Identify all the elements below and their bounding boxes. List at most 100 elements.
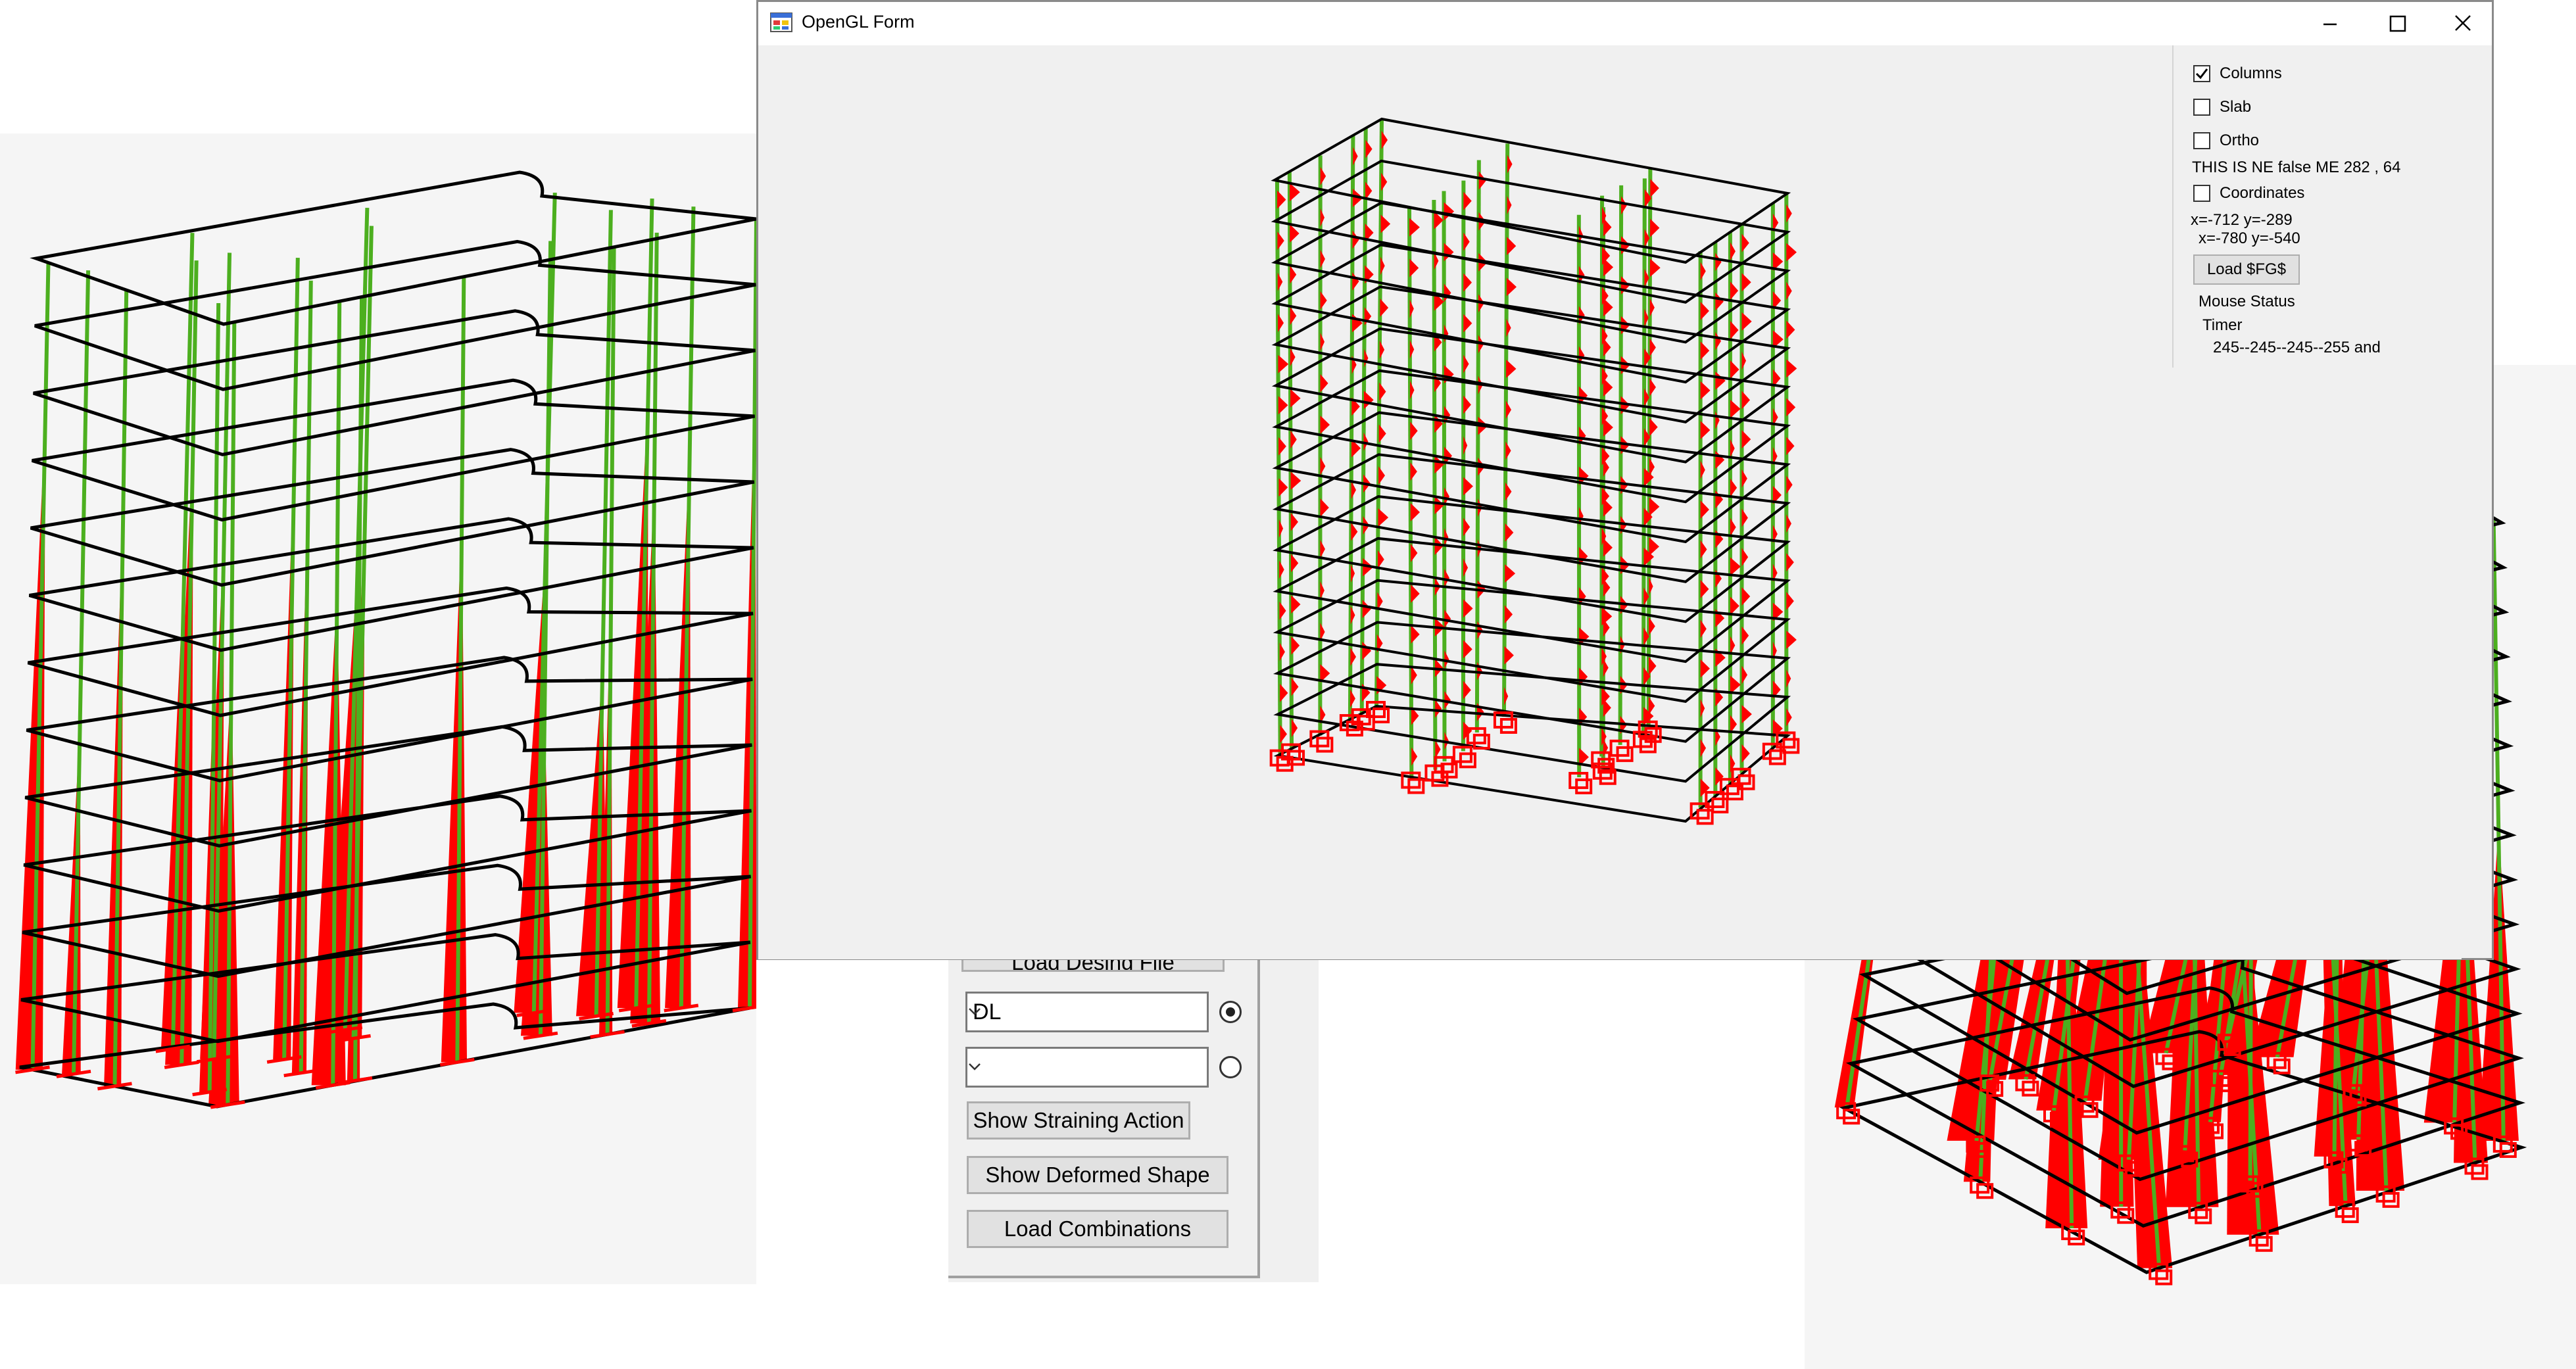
moment-diagram: [1741, 351, 1746, 370]
moment-diagram: [1378, 466, 1385, 485]
columns-label: Columns: [2220, 64, 2282, 82]
moment-diagram: [1601, 607, 1613, 626]
moment-diagram: [1730, 242, 1736, 261]
moment-diagram: [1361, 683, 1371, 702]
moment-diagram: [1603, 658, 1609, 677]
column: [1618, 185, 1624, 745]
moment-diagram: [1715, 450, 1725, 469]
moment-diagram: [1603, 378, 1613, 397]
window-title: OpenGL Form: [802, 12, 915, 32]
moment-diagram: [1741, 548, 1749, 567]
moment-diagram: [1278, 354, 1289, 373]
moment-diagram: [1786, 281, 1792, 300]
moment-diagram: [1507, 195, 1512, 214]
moment-diagram: [1290, 389, 1301, 408]
moment-diagram: [1715, 252, 1722, 272]
moment-diagram: [1649, 617, 1655, 636]
moment-diagram: [1291, 719, 1298, 738]
moment-diagram: [1378, 508, 1389, 527]
timer-label: Timer: [2202, 316, 2243, 334]
show-straining-action-label: Show Straining Action: [973, 1108, 1184, 1132]
moment-diagram: [1410, 381, 1415, 400]
moment-diagram: [1353, 147, 1358, 166]
moment-diagram: [1350, 606, 1355, 625]
load-combinations-button[interactable]: Load Combinations: [967, 1210, 1228, 1248]
left-building-model: [15, 170, 756, 1109]
title-bar[interactable]: OpenGL Form: [758, 2, 2492, 45]
moment-diagram: [1649, 338, 1656, 357]
moment-diagram: [1741, 391, 1750, 410]
moment-diagram: [1351, 481, 1356, 500]
color-readout: 245--245--245--255 and: [2213, 339, 2381, 356]
moment-diagram: [1411, 584, 1420, 603]
moment-diagram: [1320, 539, 1325, 558]
moment-diagram: [1741, 665, 1748, 684]
moment-diagram: [1507, 237, 1517, 256]
left-3d-render[interactable]: [0, 133, 756, 1284]
close-button[interactable]: [2431, 2, 2494, 45]
moment-diagram: [1409, 258, 1419, 277]
moment-diagram: [1363, 391, 1374, 410]
load-case-radio[interactable]: [1219, 1001, 1242, 1023]
moment-diagram: [1350, 689, 1355, 708]
moment-diagram: [1463, 640, 1472, 659]
minimize-icon: [2323, 23, 2337, 26]
load-fgs-button[interactable]: Load $FG$: [2193, 254, 2300, 285]
combination-combo[interactable]: [965, 1047, 1209, 1088]
moment-diagram: [1603, 218, 1612, 237]
moment-diagram: [1279, 601, 1286, 620]
options-panel: Columns Slab Ortho THIS IS NE false ME 2…: [2172, 45, 2492, 368]
moment-diagram: [1730, 675, 1741, 694]
moment-diagram: [1280, 683, 1288, 702]
moment-diagram: [1278, 478, 1288, 497]
show-deformed-shape-button[interactable]: Show Deformed Shape: [967, 1156, 1228, 1194]
moment-diagram: [1505, 441, 1511, 460]
load-combinations-label: Load Combinations: [1004, 1216, 1192, 1241]
status-text: THIS IS NE false ME 282 , 64: [2192, 158, 2401, 176]
moment-diagram: [1435, 699, 1442, 718]
load-case-combo[interactable]: DL: [965, 992, 1209, 1032]
moment-diagram: [1715, 490, 1724, 509]
moment-diagram: [1435, 740, 1441, 759]
columns-checkbox[interactable]: [2193, 65, 2210, 82]
moment-diagram: [1463, 599, 1473, 618]
ortho-checkbox[interactable]: [2193, 132, 2210, 149]
minimize-button[interactable]: [2298, 2, 2361, 45]
moment-diagram: [1650, 179, 1659, 198]
slab-checkbox[interactable]: [2193, 99, 2210, 116]
mouse-status-label: Mouse Status: [2199, 293, 2295, 310]
moment-diagram: [1352, 272, 1359, 291]
moment-diagram: [1410, 503, 1421, 522]
moment-diagram: [1715, 292, 1724, 311]
moment-diagram: [1320, 166, 1326, 185]
moment-diagram: [1291, 554, 1299, 573]
column: [1474, 160, 1481, 733]
moment-diagram: [1715, 411, 1720, 430]
moment-diagram: [1741, 273, 1751, 292]
moment-diagram: [1291, 595, 1301, 614]
combination-radio[interactable]: [1219, 1056, 1242, 1078]
moment-diagram: [1463, 354, 1469, 373]
moment-diagram: [1409, 340, 1415, 359]
moment-diagram: [1700, 460, 1705, 479]
moment-diagram: [1411, 747, 1418, 766]
moment-diagram: [1320, 291, 1327, 310]
moment-diagram: [1280, 725, 1287, 744]
show-straining-action-button[interactable]: Show Straining Action: [967, 1101, 1190, 1140]
chevron-down-icon: [969, 1008, 981, 1015]
moment-diagram: [1786, 243, 1797, 262]
moment-diagram: [1290, 512, 1298, 531]
moment-diagram: [1350, 647, 1357, 666]
moment-diagram: [1278, 519, 1284, 538]
moment-diagram: [1786, 514, 1791, 533]
coordinates-checkbox[interactable]: [2193, 185, 2210, 202]
maximize-button[interactable]: [2366, 2, 2428, 45]
moment-diagram: [1700, 341, 1710, 360]
moment-diagram: [1290, 471, 1301, 491]
moment-diagram: [1505, 523, 1514, 542]
moment-diagram: [1700, 619, 1707, 638]
moment-diagram: [1380, 299, 1389, 318]
moment-diagram: [1411, 543, 1418, 562]
moment-diagram: [1463, 395, 1471, 414]
moment-diagram: [1730, 478, 1738, 497]
